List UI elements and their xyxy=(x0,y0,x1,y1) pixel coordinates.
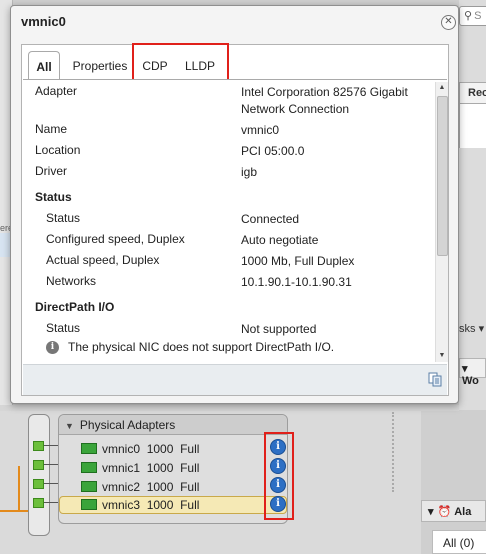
tab-recent[interactable]: Rec xyxy=(459,82,486,104)
alarms-label: Ala xyxy=(454,506,472,518)
port-icon xyxy=(33,441,44,451)
detail-value: vmnic0 xyxy=(241,123,280,137)
search-placeholder: S xyxy=(474,10,482,22)
adapter-duplex: Full xyxy=(180,480,200,494)
detail-value: 1000 Mb, Full Duplex xyxy=(241,254,355,268)
chevron-down-icon: ▾ xyxy=(462,363,468,375)
adapter-name: vmnic3 xyxy=(102,498,141,512)
collapse-triangle-icon[interactable]: ▼ xyxy=(65,421,74,431)
detail-value: Connected xyxy=(241,212,300,226)
tasks-dropdown[interactable]: sks ▾ xyxy=(459,322,484,335)
port-icon xyxy=(33,479,44,489)
network-card-icon xyxy=(81,462,97,474)
work-fragment: Wo xyxy=(462,375,479,387)
resize-handle[interactable] xyxy=(392,412,398,492)
detail-value: igb xyxy=(241,165,258,179)
detail-label: Networks xyxy=(46,274,97,288)
scroll-down-arrow-icon[interactable]: ▼ xyxy=(436,350,448,362)
adapter-duplex: Full xyxy=(180,442,200,456)
tab-properties[interactable]: Properties xyxy=(67,51,133,78)
directpath-note-text: The physical NIC does not support Direct… xyxy=(68,340,335,354)
network-card-icon xyxy=(81,499,97,511)
port-icon xyxy=(33,460,44,470)
uplink-wire xyxy=(18,466,20,511)
adapter-name: vmnic1 xyxy=(102,461,141,475)
work-in-progress-header[interactable]: ▾ Wo xyxy=(459,358,486,387)
scroll-up-arrow-icon[interactable]: ▲ xyxy=(436,82,448,94)
detail-value: Auto negotiate xyxy=(241,233,319,247)
tasks-fragment: sks xyxy=(459,323,476,335)
adapter-row-vmnic1[interactable]: vmnic1 1000 Full xyxy=(81,461,199,479)
search-icon: ⚲ xyxy=(464,10,473,22)
detail-value: 10.1.90.1-10.1.90.31 xyxy=(241,275,352,289)
details-scrollbar[interactable]: ▲ ▼ xyxy=(435,82,448,362)
right-panel-edge xyxy=(459,0,486,410)
alarms-header[interactable]: ▾ ⏰ Ala xyxy=(421,500,486,522)
adapter-row-vmnic3[interactable]: vmnic3 1000 Full xyxy=(59,496,287,514)
highlight-box-tabs xyxy=(132,43,229,82)
adapter-speed: 1000 xyxy=(146,498,174,512)
detail-label: Status xyxy=(46,321,81,335)
detail-label: Driver xyxy=(35,164,67,178)
adapter-name: vmnic2 xyxy=(102,480,141,494)
physical-adapters-header[interactable]: ▼ Physical Adapters xyxy=(59,415,287,435)
virtual-switch-box xyxy=(28,414,50,536)
adapter-speed: 1000 xyxy=(146,461,174,475)
info-icon: i xyxy=(46,341,59,355)
section-title-status: Status xyxy=(35,190,72,204)
adapter-details-dialog: vmnic0 ✕ All Properties CDP LLDP Adapter… xyxy=(10,5,459,404)
adapter-row-vmnic0[interactable]: vmnic0 1000 Full xyxy=(81,442,199,460)
adapter-duplex: Full xyxy=(180,461,200,475)
network-card-icon xyxy=(81,481,97,493)
directpath-note: i The physical NIC does not support Direc… xyxy=(46,340,335,355)
chevron-down-icon: ▾ xyxy=(428,506,434,518)
physical-adapters-panel: ▼ Physical Adapters vmnic0 1000 Full vmni… xyxy=(58,414,288,524)
details-content: Adapter Intel Corporation 82576 Gigabit … xyxy=(23,80,447,362)
detail-label: Actual speed, Duplex xyxy=(46,253,160,267)
detail-value: Not supported xyxy=(241,322,317,336)
alarms-filter-all[interactable]: All (0) xyxy=(432,530,486,554)
highlight-box-info-icons xyxy=(264,432,294,520)
network-card-icon xyxy=(81,443,97,455)
close-icon[interactable]: ✕ xyxy=(441,15,456,30)
dialog-footer xyxy=(23,364,447,395)
detail-label: Location xyxy=(35,143,81,157)
port-icon xyxy=(33,498,44,508)
detail-value: PCI 05:00.0 xyxy=(241,144,305,158)
detail-value: Intel Corporation 82576 Gigabit Network … xyxy=(241,85,408,116)
adapter-speed: 1000 xyxy=(146,442,174,456)
detail-label: Status xyxy=(46,211,81,225)
detail-label: Adapter xyxy=(35,84,78,98)
dialog-title: vmnic0 xyxy=(21,14,66,29)
adapter-duplex: Full xyxy=(180,498,200,512)
adapter-name: vmnic0 xyxy=(102,442,141,456)
copy-to-clipboard-icon[interactable] xyxy=(428,372,442,387)
tab-all[interactable]: All xyxy=(28,51,60,80)
alarm-icon: ⏰ xyxy=(437,506,452,518)
scroll-thumb[interactable] xyxy=(437,96,448,256)
physical-adapters-title: Physical Adapters xyxy=(79,418,176,432)
detail-label: Name xyxy=(35,122,68,136)
adapter-speed: 1000 xyxy=(146,480,174,494)
section-title-directpath: DirectPath I/O xyxy=(35,300,115,314)
recent-panel xyxy=(459,104,486,148)
detail-label: Configured speed, Duplex xyxy=(46,232,185,246)
chevron-down-icon: ▾ xyxy=(478,323,485,335)
search-input[interactable]: ⚲ S xyxy=(459,6,486,26)
